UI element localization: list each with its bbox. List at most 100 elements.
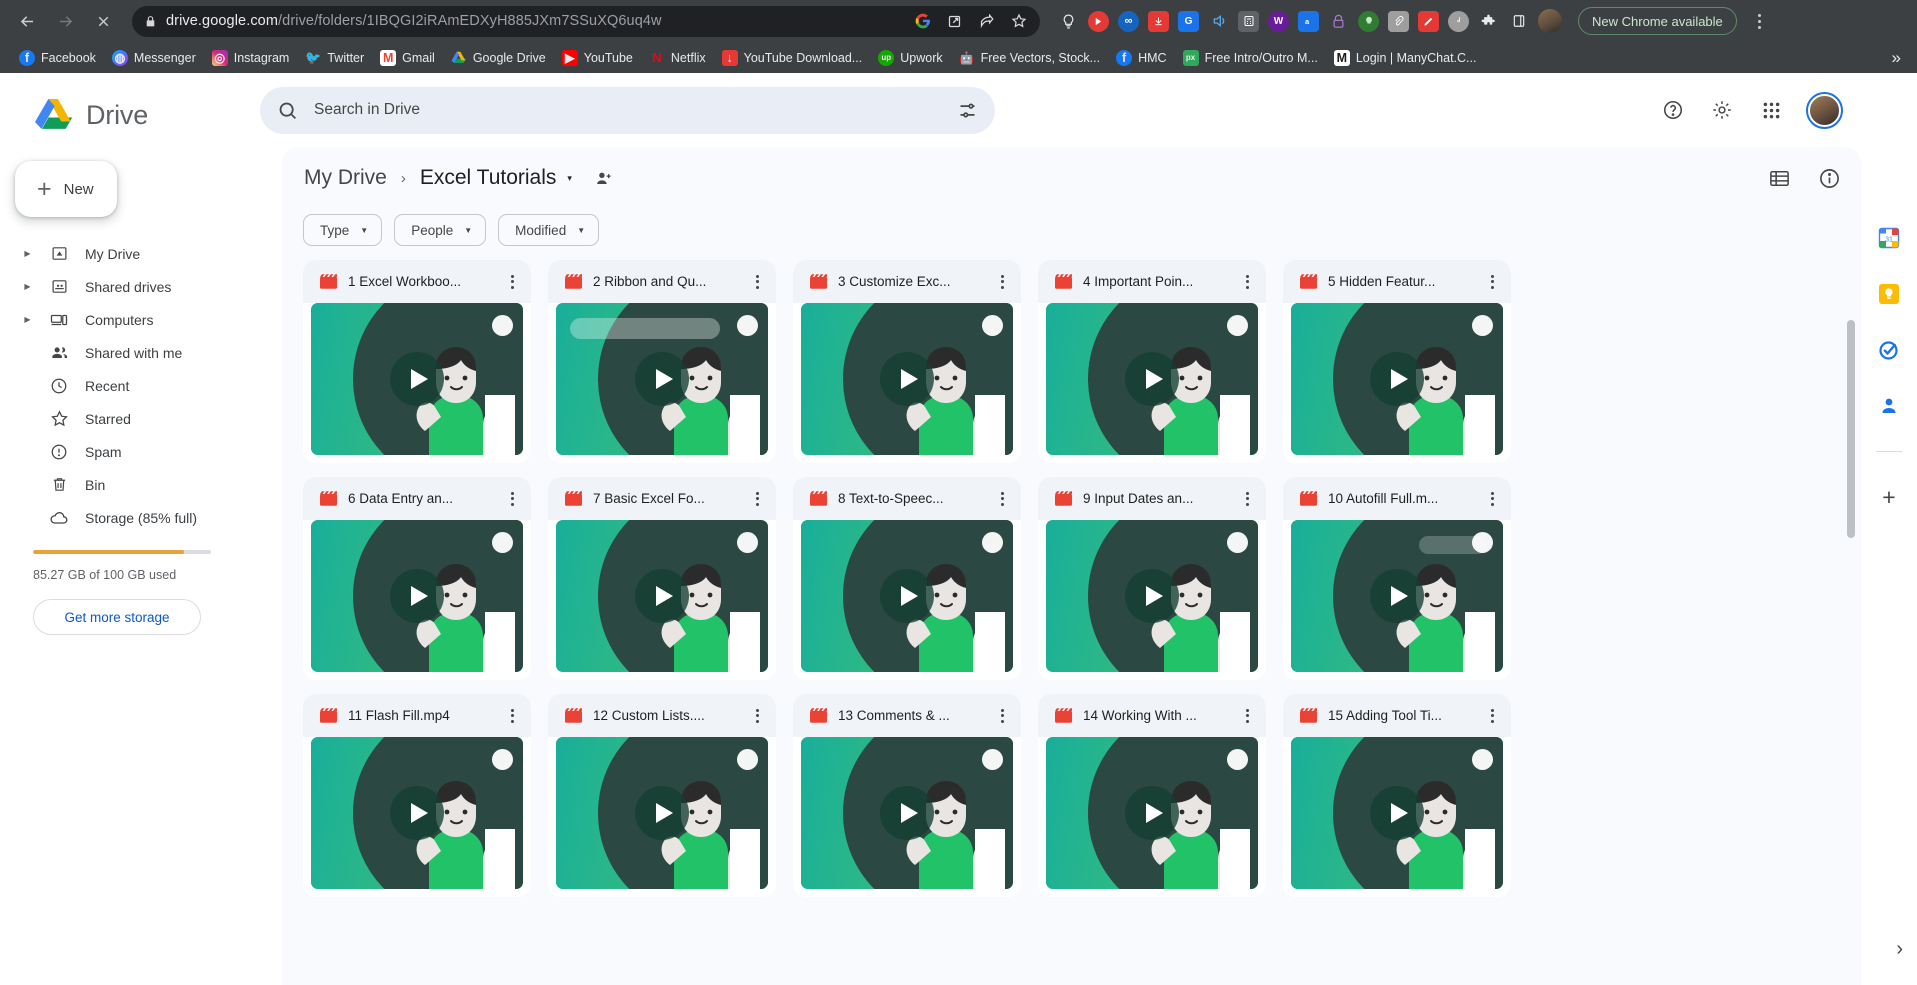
file-thumbnail[interactable] xyxy=(1046,737,1258,889)
search-input[interactable]: Search in Drive xyxy=(260,86,995,134)
bookmark-item[interactable]: ↓ YouTube Download... xyxy=(715,47,870,69)
sound-extension-icon[interactable] xyxy=(1208,11,1229,32)
play-button-icon[interactable] xyxy=(880,569,934,623)
filter-chip-type[interactable]: Type ▼ xyxy=(303,214,383,246)
file-thumbnail[interactable] xyxy=(311,737,523,889)
filter-chip-people[interactable]: People ▼ xyxy=(394,214,487,246)
chrome-profile-avatar[interactable] xyxy=(1538,9,1562,33)
open-in-new-icon[interactable] xyxy=(945,12,964,31)
file-thumbnail[interactable] xyxy=(311,520,523,672)
file-thumbnail[interactable] xyxy=(801,303,1013,455)
google-keep-icon[interactable] xyxy=(1876,281,1902,307)
sidebar-item-shared-with-me[interactable]: ▶ Shared with me xyxy=(0,336,238,369)
add-app-icon[interactable]: + xyxy=(1876,484,1902,510)
bookmark-item[interactable]: f Facebook xyxy=(12,47,103,69)
play-button-icon[interactable] xyxy=(635,786,689,840)
file-overflow-menu-icon[interactable] xyxy=(1479,703,1505,729)
chevron-down-icon[interactable]: ▾ xyxy=(567,173,572,184)
forward-arrow-icon[interactable] xyxy=(48,4,82,38)
idea-extension-icon[interactable] xyxy=(1358,10,1379,32)
lock-extension-icon[interactable] xyxy=(1328,11,1349,32)
play-button-icon[interactable] xyxy=(880,786,934,840)
file-thumbnail[interactable] xyxy=(556,737,768,889)
file-grid-scroll-area[interactable]: 1 Excel Workboo... 2 Ribbon and Qu... 3 Cu… xyxy=(282,260,1861,985)
file-thumbnail[interactable] xyxy=(1291,520,1503,672)
grammarly-extension-icon[interactable]: G xyxy=(1178,10,1199,32)
file-card[interactable]: 1 Excel Workboo... xyxy=(303,260,531,463)
sidebar-item-spam[interactable]: ▶ Spam xyxy=(0,435,238,468)
sidebar-item-starred[interactable]: ▶ Starred xyxy=(0,402,238,435)
file-overflow-menu-icon[interactable] xyxy=(1234,703,1260,729)
play-button-icon[interactable] xyxy=(635,569,689,623)
file-thumbnail[interactable] xyxy=(801,520,1013,672)
view-details-icon[interactable] xyxy=(1818,167,1841,190)
new-button[interactable]: + New xyxy=(15,161,117,217)
file-overflow-menu-icon[interactable] xyxy=(1479,486,1505,512)
file-overflow-menu-icon[interactable] xyxy=(1479,269,1505,295)
translate-extension-icon[interactable]: a xyxy=(1298,10,1319,32)
bookmark-item[interactable]: 🐦 Twitter xyxy=(298,47,371,69)
calculator-extension-icon[interactable] xyxy=(1238,10,1259,32)
sidebar-item-computers[interactable]: ▶ Computers xyxy=(0,303,238,336)
sidebar-item-storage[interactable]: ▶ Storage (85% full) xyxy=(0,501,238,534)
file-card[interactable]: 9 Input Dates an... xyxy=(1038,477,1266,680)
play-button-icon[interactable] xyxy=(390,786,444,840)
play-button-icon[interactable] xyxy=(1370,569,1424,623)
file-card[interactable]: 15 Adding Tool Ti... xyxy=(1283,694,1511,897)
bookmarks-overflow-icon[interactable]: » xyxy=(1892,48,1905,68)
pen-extension-icon[interactable] xyxy=(1418,10,1439,32)
file-thumbnail[interactable] xyxy=(556,520,768,672)
file-card[interactable]: 5 Hidden Featur... xyxy=(1283,260,1511,463)
play-button-icon[interactable] xyxy=(1370,786,1424,840)
file-overflow-menu-icon[interactable] xyxy=(1234,486,1260,512)
file-thumbnail[interactable] xyxy=(556,303,768,455)
drive-logo-row[interactable]: Drive xyxy=(0,91,260,139)
file-card[interactable]: 14 Working With ... xyxy=(1038,694,1266,897)
file-overflow-menu-icon[interactable] xyxy=(989,486,1015,512)
bookmark-item[interactable]: Google Drive xyxy=(444,47,553,69)
play-button-icon[interactable] xyxy=(635,352,689,406)
bookmark-item[interactable]: px Free Intro/Outro M... xyxy=(1176,47,1325,69)
file-card[interactable]: 8 Text-to-Speec... xyxy=(793,477,1021,680)
infinity-extension-icon[interactable]: ∞ xyxy=(1118,10,1139,32)
google-icon[interactable] xyxy=(913,12,932,31)
sidebar-item-bin[interactable]: ▶ Bin xyxy=(0,468,238,501)
get-more-storage-button[interactable]: Get more storage xyxy=(33,599,201,635)
bookmark-item[interactable]: ◍ Messenger xyxy=(105,47,203,69)
google-calendar-icon[interactable]: 31 xyxy=(1876,225,1902,251)
file-overflow-menu-icon[interactable] xyxy=(499,486,525,512)
file-thumbnail[interactable] xyxy=(801,737,1013,889)
play-button-icon[interactable] xyxy=(390,569,444,623)
file-card[interactable]: 4 Important Poin... xyxy=(1038,260,1266,463)
puzzle-extensions-icon[interactable] xyxy=(1478,11,1499,32)
file-card[interactable]: 2 Ribbon and Qu... xyxy=(548,260,776,463)
chevron-right-icon[interactable]: ▶ xyxy=(22,315,33,324)
chevron-right-icon[interactable]: ▶ xyxy=(22,282,33,291)
sidepanel-icon[interactable] xyxy=(1508,11,1529,32)
file-overflow-menu-icon[interactable] xyxy=(744,703,770,729)
bookmark-item[interactable]: N Netflix xyxy=(642,47,713,69)
help-icon[interactable] xyxy=(1661,98,1685,122)
back-arrow-icon[interactable] xyxy=(10,4,44,38)
file-card[interactable]: 7 Basic Excel Fo... xyxy=(548,477,776,680)
file-thumbnail[interactable] xyxy=(311,303,523,455)
wordtune-extension-icon[interactable]: W xyxy=(1268,10,1289,32)
chrome-menu-icon[interactable] xyxy=(1747,13,1773,29)
file-card[interactable]: 10 Autofill Full.m... xyxy=(1283,477,1511,680)
bookmark-item[interactable]: up Upwork xyxy=(871,47,949,69)
file-card[interactable]: 3 Customize Exc... xyxy=(793,260,1021,463)
file-card[interactable]: 13 Comments & ... xyxy=(793,694,1021,897)
search-options-icon[interactable] xyxy=(957,100,978,121)
play-button-icon[interactable] xyxy=(1125,786,1179,840)
bookmark-item[interactable]: M Login | ManyChat.C... xyxy=(1327,47,1484,69)
file-overflow-menu-icon[interactable] xyxy=(989,703,1015,729)
play-button-icon[interactable] xyxy=(390,352,444,406)
google-apps-grid-icon[interactable] xyxy=(1759,98,1783,122)
avatar[interactable] xyxy=(1806,91,1843,129)
chrome-update-pill[interactable]: New Chrome available xyxy=(1578,7,1737,35)
bookmark-item[interactable]: ◎ Instagram xyxy=(205,47,297,69)
share-icon[interactable] xyxy=(977,12,996,31)
play-button-icon[interactable] xyxy=(1125,352,1179,406)
file-overflow-menu-icon[interactable] xyxy=(744,269,770,295)
red-arrow-extension-icon[interactable] xyxy=(1088,10,1109,32)
